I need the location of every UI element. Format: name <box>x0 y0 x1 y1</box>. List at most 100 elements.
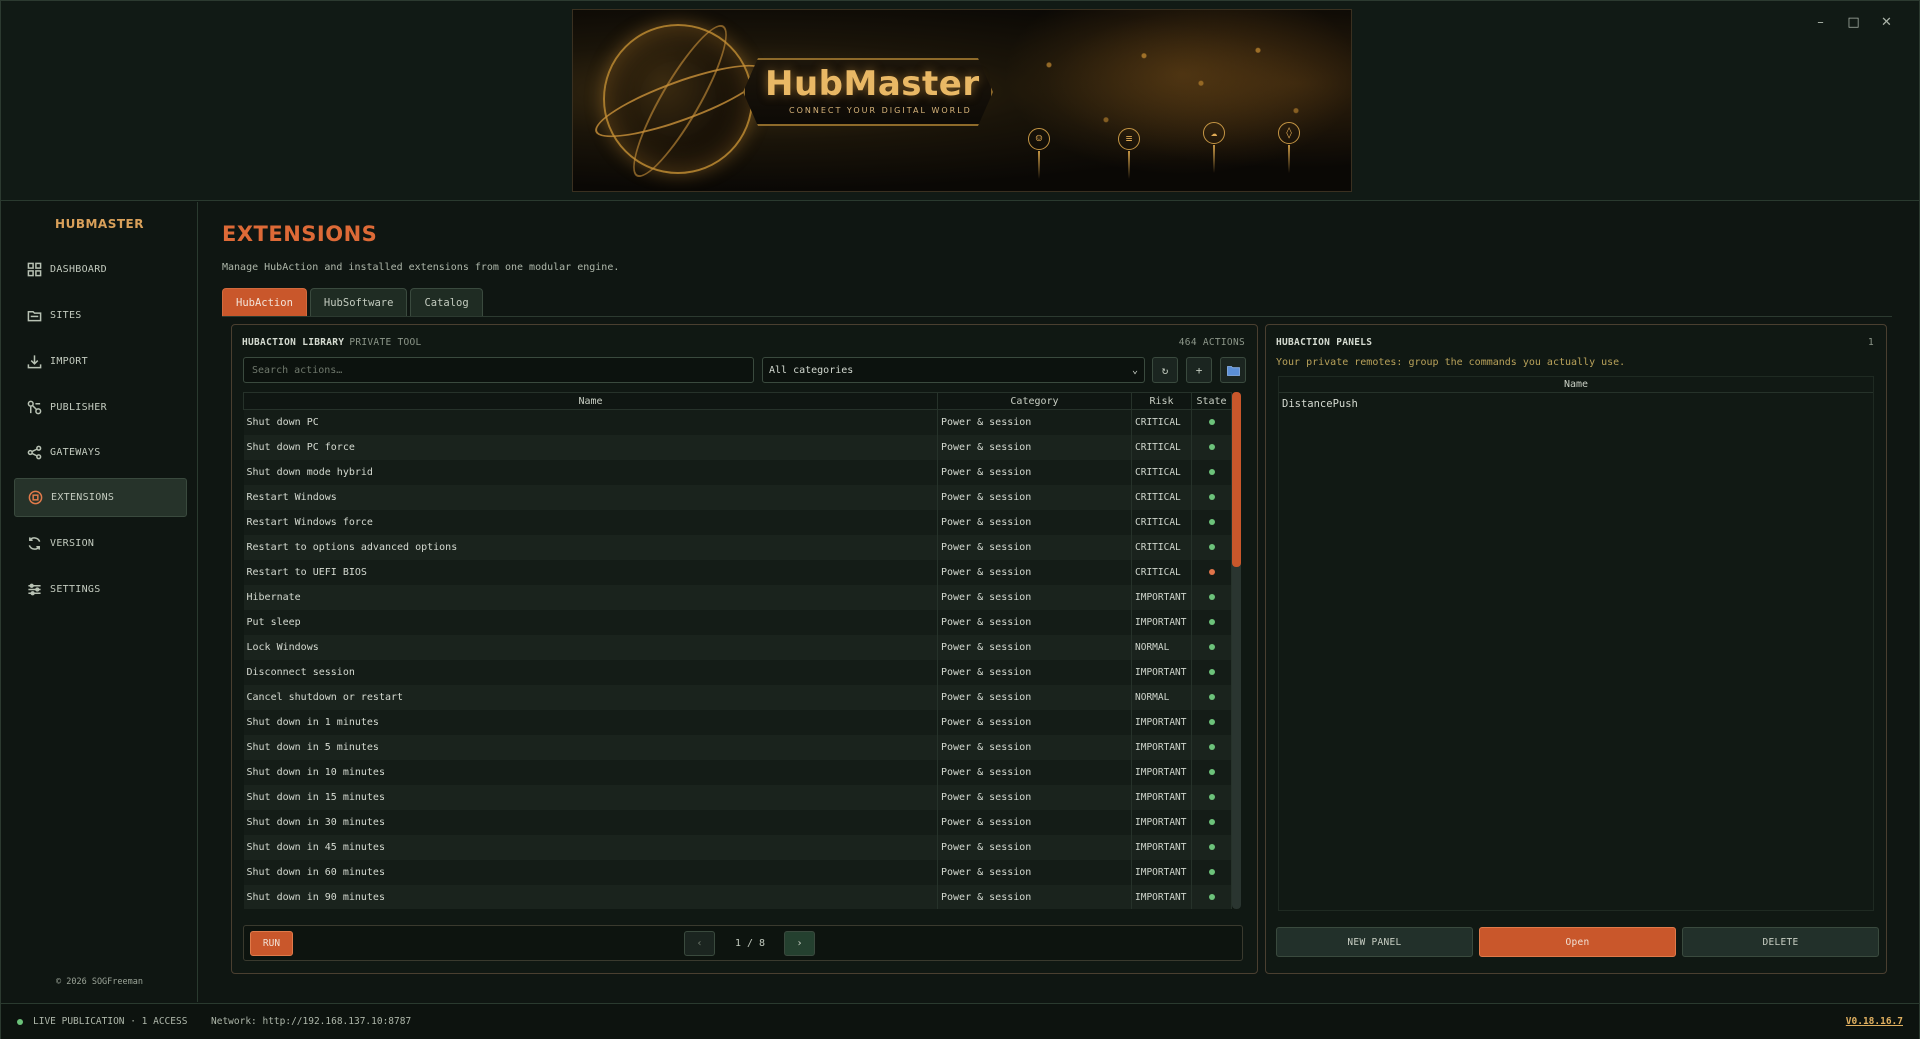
cell-name: Disconnect session <box>243 659 938 685</box>
table-row[interactable]: Restart to UEFI BIOS Power & session CRITI… <box>243 559 1232 585</box>
sidebar-item-gateways[interactable]: GATEWAYS <box>14 433 187 472</box>
minimize-button[interactable]: – <box>1804 13 1837 33</box>
network-address: Network: http://192.168.137.10:8787 <box>211 1016 412 1027</box>
add-button[interactable]: + <box>1186 357 1212 383</box>
sidebar-item-publisher[interactable]: PUBLISHER <box>14 388 187 427</box>
cell-state <box>1191 834 1232 860</box>
refresh-button[interactable]: ↻ <box>1152 357 1178 383</box>
sidebar-item-dashboard[interactable]: DASHBOARD <box>14 250 187 289</box>
next-page-button[interactable]: › <box>784 931 815 956</box>
table-row[interactable]: Shut down in 1 minutes Power & session IMP… <box>243 709 1232 735</box>
cell-name: Shut down in 5 minutes <box>243 734 938 760</box>
cell-name: Shut down PC <box>243 409 938 435</box>
state-indicator-icon <box>1208 743 1215 750</box>
table-row[interactable]: Shut down mode hybrid Power & session CRIT… <box>243 459 1232 485</box>
cell-name: Restart to options advanced options <box>243 534 938 560</box>
open-button[interactable]: Open <box>1479 927 1676 957</box>
table-row[interactable]: Restart Windows Power & session CRITICAL <box>243 484 1232 510</box>
sidebar-brand: HUBMASTER <box>55 217 144 231</box>
column-header-risk[interactable]: Risk <box>1131 392 1192 410</box>
cell-state <box>1191 859 1232 885</box>
world-map-image <box>973 10 1351 191</box>
column-header-name[interactable]: Name <box>243 392 938 410</box>
cell-risk: CRITICAL <box>1131 509 1192 535</box>
library-title-text: HUBACTION LIBRARY <box>242 337 345 348</box>
search-input[interactable] <box>243 357 754 383</box>
sidebar-item-label: SITES <box>50 310 82 321</box>
list-item[interactable]: DistancePush <box>1279 393 1873 415</box>
run-button[interactable]: RUN <box>250 931 293 956</box>
tab-hubaction[interactable]: HubAction <box>222 288 307 316</box>
cell-risk: CRITICAL <box>1131 559 1192 585</box>
cell-state <box>1191 534 1232 560</box>
delete-button[interactable]: DELETE <box>1682 927 1879 957</box>
category-select[interactable]: All categories ⌄ <box>762 357 1145 383</box>
table-row[interactable]: Hibernate Power & session IMPORTANT <box>243 584 1232 610</box>
sidebar-item-import[interactable]: IMPORT <box>14 342 187 381</box>
state-indicator-icon <box>1208 618 1215 625</box>
sidebar-item-version[interactable]: VERSION <box>14 524 187 563</box>
table-row[interactable]: Shut down in 15 minutes Power & session IM… <box>243 784 1232 810</box>
cell-name: Shut down in 30 minutes <box>243 809 938 835</box>
table-row[interactable]: Shut down PC Power & session CRITICAL <box>243 409 1232 435</box>
new-panel-button[interactable]: NEW PANEL <box>1276 927 1473 957</box>
cell-state <box>1191 784 1232 810</box>
live-status-dot <box>17 1019 23 1025</box>
column-header-state[interactable]: State <box>1191 392 1232 410</box>
tab-hubsoftware[interactable]: HubSoftware <box>309 288 408 316</box>
cell-category: Power & session <box>937 484 1132 510</box>
cell-category: Power & session <box>937 834 1132 860</box>
sidebar-item-settings[interactable]: SETTINGS <box>14 570 187 609</box>
prev-page-button[interactable]: ‹ <box>684 931 715 956</box>
table-row[interactable]: Restart Windows force Power & session CRIT… <box>243 509 1232 535</box>
table-row[interactable]: Shut down in 10 minutes Power & session IM… <box>243 759 1232 785</box>
cell-state <box>1191 584 1232 610</box>
tab-catalog[interactable]: Catalog <box>410 288 483 316</box>
cell-category: Power & session <box>937 759 1132 785</box>
close-button[interactable]: ✕ <box>1870 13 1903 33</box>
cell-category: Power & session <box>937 809 1132 835</box>
cell-category: Power & session <box>937 459 1132 485</box>
banner-tagline: CONNECT YOUR DIGITAL WORLD <box>789 106 972 115</box>
maximize-button[interactable]: □ <box>1837 13 1870 33</box>
sidebar-item-label: DASHBOARD <box>50 264 107 275</box>
actions-table-body: Shut down PC Power & session CRITICAL Shut … <box>243 409 1232 909</box>
folder-icon <box>1226 365 1240 376</box>
table-row[interactable]: Shut down PC force Power & session CRITICA… <box>243 434 1232 460</box>
table-row[interactable]: Shut down in 45 minutes Power & session IM… <box>243 834 1232 860</box>
state-indicator-icon <box>1208 868 1215 875</box>
cell-category: Power & session <box>937 584 1132 610</box>
column-header-category[interactable]: Category <box>937 392 1132 410</box>
copyright: © 2026 SOGFreeman <box>56 977 143 987</box>
cell-risk: IMPORTANT <box>1131 734 1192 760</box>
table-row[interactable]: Shut down in 5 minutes Power & session IMP… <box>243 734 1232 760</box>
cell-category: Power & session <box>937 509 1132 535</box>
sidebar-item-label: PUBLISHER <box>50 402 107 413</box>
cell-state <box>1191 434 1232 460</box>
cell-category: Power & session <box>937 684 1132 710</box>
sidebar-item-label: VERSION <box>50 538 95 549</box>
cell-state <box>1191 884 1232 909</box>
table-row[interactable]: Cancel shutdown or restart Power & sessio… <box>243 684 1232 710</box>
cell-state <box>1191 634 1232 660</box>
library-footer: RUN ‹ 1 / 8 › <box>243 925 1243 961</box>
table-row[interactable]: Shut down in 30 minutes Power & session IM… <box>243 809 1232 835</box>
library-count: 464 ACTIONS <box>1178 337 1245 348</box>
cell-name: Shut down mode hybrid <box>243 459 938 485</box>
library-title: HUBACTION LIBRARY PRIVATE TOOL <box>242 337 422 348</box>
folder-button[interactable] <box>1220 357 1246 383</box>
sidebar-item-extensions[interactable]: EXTENSIONS <box>14 478 187 517</box>
version-link[interactable]: V0.18.16.7 <box>1846 1016 1903 1027</box>
table-row[interactable]: Put sleep Power & session IMPORTANT <box>243 609 1232 635</box>
state-indicator-icon <box>1208 443 1215 450</box>
table-row[interactable]: Shut down in 90 minutes Power & session IM… <box>243 884 1232 909</box>
table-row[interactable]: Lock Windows Power & session NORMAL <box>243 634 1232 660</box>
table-row[interactable]: Disconnect session Power & session IMPORTA… <box>243 659 1232 685</box>
table-scrollbar-thumb[interactable] <box>1232 392 1241 567</box>
sidebar-item-sites[interactable]: SITES <box>14 296 187 335</box>
cell-risk: IMPORTANT <box>1131 759 1192 785</box>
cell-risk: NORMAL <box>1131 684 1192 710</box>
table-row[interactable]: Shut down in 60 minutes Power & session IM… <box>243 859 1232 885</box>
table-row[interactable]: Restart to options advanced options Power… <box>243 534 1232 560</box>
cell-state <box>1191 659 1232 685</box>
